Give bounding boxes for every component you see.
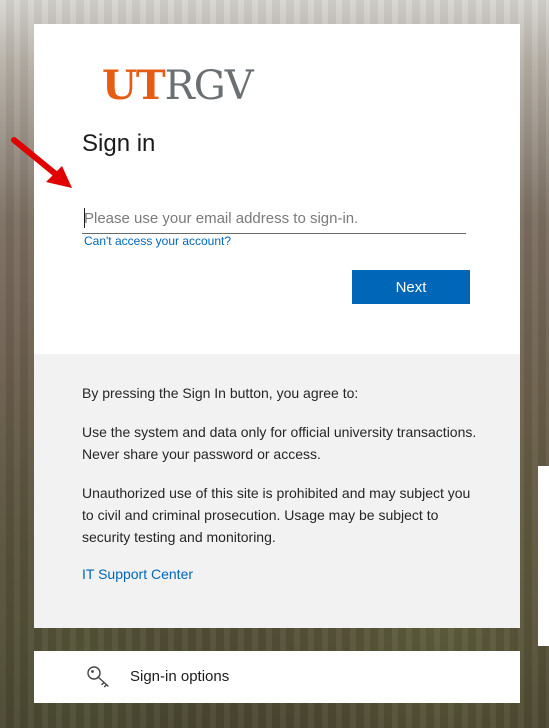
cant-access-account-link[interactable]: Can't access your account? xyxy=(84,234,231,248)
it-support-center-link[interactable]: IT Support Center xyxy=(82,566,193,582)
sign-in-options-button[interactable]: Sign-in options xyxy=(34,651,520,703)
page-title: Sign in xyxy=(82,130,156,157)
email-field[interactable] xyxy=(82,204,466,234)
sign-in-options-label: Sign-in options xyxy=(130,668,230,685)
terms-notice: By pressing the Sign In button, you agre… xyxy=(34,354,520,628)
agreement-text: By pressing the Sign In button, you agre… xyxy=(82,385,359,401)
key-icon xyxy=(87,666,109,688)
background-panel xyxy=(538,466,549,646)
red-arrow-icon xyxy=(11,137,72,188)
logo-ut-text: UT xyxy=(102,62,166,109)
sign-in-card: UTRGV Sign in Can't access your account?… xyxy=(34,24,520,628)
usage-text: Use the system and data only for officia… xyxy=(82,424,477,462)
utrgv-logo: UTRGV xyxy=(102,62,254,109)
warning-text: Unauthorized use of this site is prohibi… xyxy=(82,485,471,545)
next-button[interactable]: Next xyxy=(352,270,470,304)
logo-rgv-text: RGV xyxy=(164,63,254,109)
text-cursor xyxy=(84,208,85,228)
